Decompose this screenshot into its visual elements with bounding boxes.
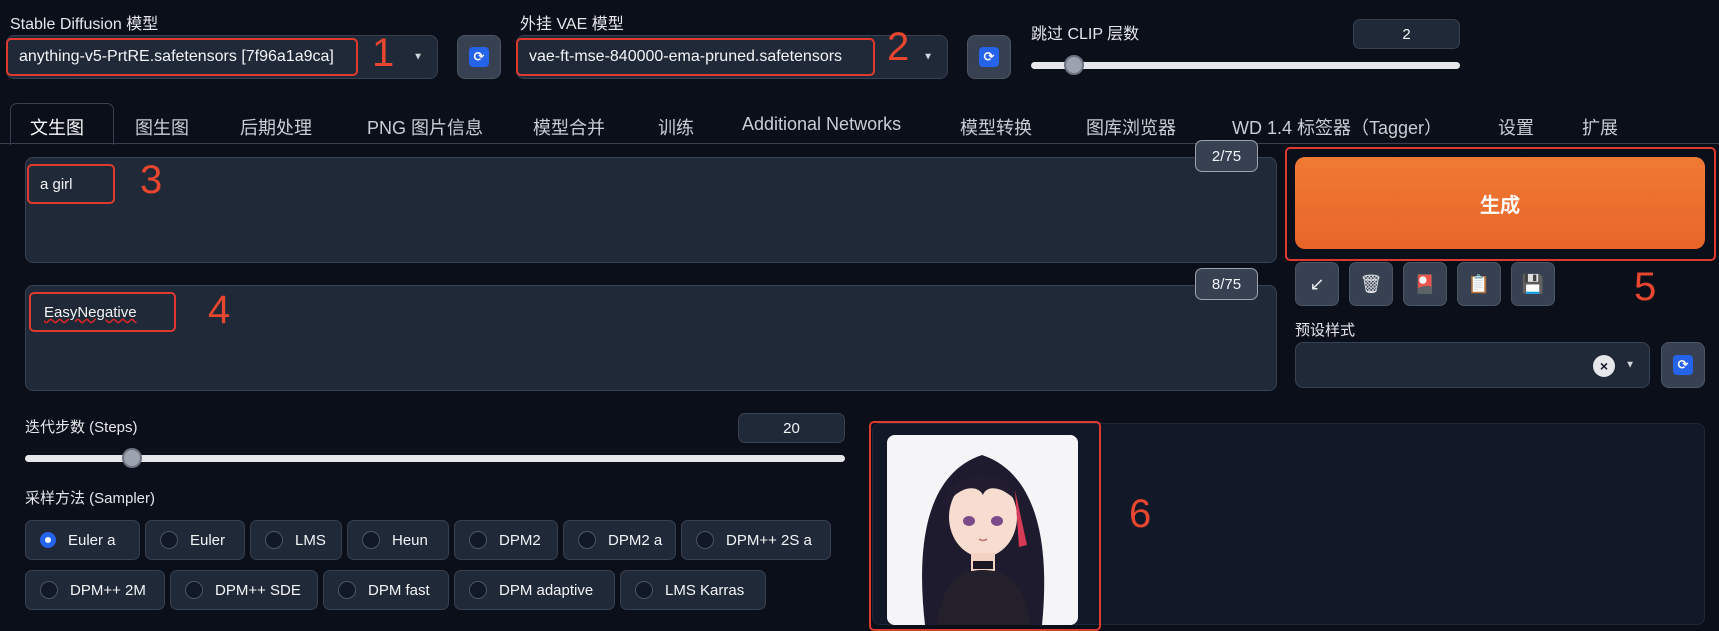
tab-additional-networks[interactable]: Additional Networks (742, 114, 901, 135)
radio-icon (265, 531, 283, 549)
styles-dropdown[interactable]: × ▼ (1295, 342, 1650, 388)
sampler-option-label: DPM adaptive (499, 581, 594, 599)
radio-icon (469, 581, 487, 599)
chevron-down-icon: ▼ (1625, 359, 1635, 371)
clip-skip-slider[interactable] (1031, 62, 1460, 69)
sampler-option-label: LMS (295, 531, 326, 549)
annotation-6: 6 (1129, 492, 1152, 536)
steps-label: 迭代步数 (Steps) (25, 419, 138, 436)
annotation-1: 1 (372, 31, 395, 75)
read-params-button[interactable]: ↙ (1295, 262, 1339, 306)
sampler-option[interactable]: DPM++ SDE (170, 570, 318, 610)
sampler-option[interactable]: DPM++ 2S a (681, 520, 831, 560)
highlight-box-2 (516, 38, 875, 76)
tab-train[interactable]: 训练 (658, 114, 694, 140)
steps-slider-handle[interactable] (121, 448, 142, 468)
sampler-option[interactable]: DPM2 (454, 520, 558, 560)
sampler-option[interactable]: DPM adaptive (454, 570, 615, 610)
annotation-5: 5 (1634, 265, 1657, 309)
chevron-down-icon: ▼ (923, 51, 933, 63)
sampler-option[interactable]: DPM++ 2M (25, 570, 165, 610)
refresh-styles-button[interactable]: ⟳ (1661, 342, 1705, 388)
apply-style-button[interactable]: 📋 (1457, 262, 1501, 306)
radio-icon (40, 581, 58, 599)
radio-icon (338, 581, 356, 599)
sampler-option[interactable]: LMS (250, 520, 342, 560)
save-style-button[interactable]: 💾 (1511, 262, 1555, 306)
tab-settings[interactable]: 设置 (1498, 114, 1534, 140)
refresh-vae-button[interactable]: ⟳ (967, 35, 1011, 79)
sampler-option[interactable]: DPM2 a (563, 520, 676, 560)
refresh-sd-model-button[interactable]: ⟳ (457, 35, 501, 79)
radio-icon (696, 531, 714, 549)
radio-icon (160, 531, 178, 549)
tab-png-info[interactable]: PNG 图片信息 (367, 114, 483, 140)
refresh-icon: ⟳ (469, 47, 489, 67)
sampler-option-label: DPM++ 2S a (726, 531, 812, 549)
sampler-option-label: Heun (392, 531, 428, 549)
prompt-textarea[interactable] (25, 157, 1277, 263)
radio-icon (635, 581, 653, 599)
tab-model-convert[interactable]: 模型转换 (960, 114, 1032, 140)
sampler-option-label: LMS Karras (665, 581, 745, 599)
refresh-icon: ⟳ (1673, 355, 1693, 375)
refresh-icon: ⟳ (979, 47, 999, 67)
clear-icon[interactable]: × (1593, 355, 1615, 377)
vae-label: 外挂 VAE 模型 (520, 16, 624, 33)
sampler-option-label: DPM2 (499, 531, 541, 549)
tab-image-browser[interactable]: 图库浏览器 (1086, 114, 1176, 140)
sampler-option-label: DPM++ 2M (70, 581, 146, 599)
trash-icon: 🗑 (1359, 273, 1383, 294)
highlight-box-1 (6, 38, 358, 76)
generated-image (887, 435, 1078, 625)
clip-skip-input[interactable]: 2 (1353, 19, 1460, 49)
highlight-box-4 (29, 292, 176, 332)
sampler-option[interactable]: Heun (347, 520, 449, 560)
highlight-box-3 (27, 164, 115, 204)
sampler-option[interactable]: Euler a (25, 520, 140, 560)
radio-icon (185, 581, 203, 599)
clear-prompt-button[interactable]: 🗑 (1349, 262, 1393, 306)
radio-icon (362, 531, 380, 549)
extra-networks-button[interactable]: 🎴 (1403, 262, 1447, 306)
chevron-down-icon: ▼ (413, 51, 423, 63)
tab-extras[interactable]: 后期处理 (240, 114, 312, 140)
sampler-option[interactable]: DPM fast (323, 570, 449, 610)
radio-icon (469, 531, 487, 549)
clip-skip-label: 跳过 CLIP 层数 (1031, 26, 1140, 43)
steps-input[interactable]: 20 (738, 413, 845, 443)
radio-icon (578, 531, 596, 549)
tab-divider (0, 143, 1719, 144)
sampler-option-label: DPM++ SDE (215, 581, 301, 599)
save-icon: 💾 (1521, 273, 1545, 294)
sd-model-label: Stable Diffusion 模型 (10, 16, 159, 33)
sampler-option[interactable]: Euler (145, 520, 245, 560)
tab-txt2img[interactable]: 文生图 (30, 114, 84, 140)
tab-img2img[interactable]: 图生图 (135, 114, 189, 140)
annotation-3: 3 (140, 158, 163, 202)
generated-image-thumbnail[interactable] (887, 435, 1078, 625)
prompt-token-counter: 2/75 (1195, 140, 1258, 172)
sampler-label: 采样方法 (Sampler) (25, 490, 156, 507)
sampler-option-label: DPM2 a (608, 531, 663, 549)
clip-skip-slider-handle[interactable] (1063, 55, 1084, 75)
tab-extensions[interactable]: 扩展 (1582, 114, 1618, 140)
arrow-icon: ↙ (1309, 273, 1325, 294)
sampler-option-label: DPM fast (368, 581, 430, 599)
steps-slider[interactable] (25, 455, 845, 462)
sampler-option[interactable]: LMS Karras (620, 570, 766, 610)
annotation-2: 2 (887, 25, 910, 69)
tab-checkpoint-merger[interactable]: 模型合并 (533, 114, 605, 140)
sampler-option-label: Euler (190, 531, 226, 549)
negative-prompt-token-counter: 8/75 (1195, 268, 1258, 300)
card-icon: 🎴 (1413, 273, 1437, 294)
tab-tagger[interactable]: WD 1.4 标签器（Tagger） (1232, 114, 1442, 140)
styles-label: 预设样式 (1295, 322, 1356, 339)
clipboard-icon: 📋 (1467, 273, 1491, 294)
annotation-4: 4 (208, 288, 231, 332)
sampler-option-label: Euler a (68, 531, 116, 549)
highlight-box-5 (1285, 147, 1716, 261)
radio-selected-icon (40, 532, 56, 548)
